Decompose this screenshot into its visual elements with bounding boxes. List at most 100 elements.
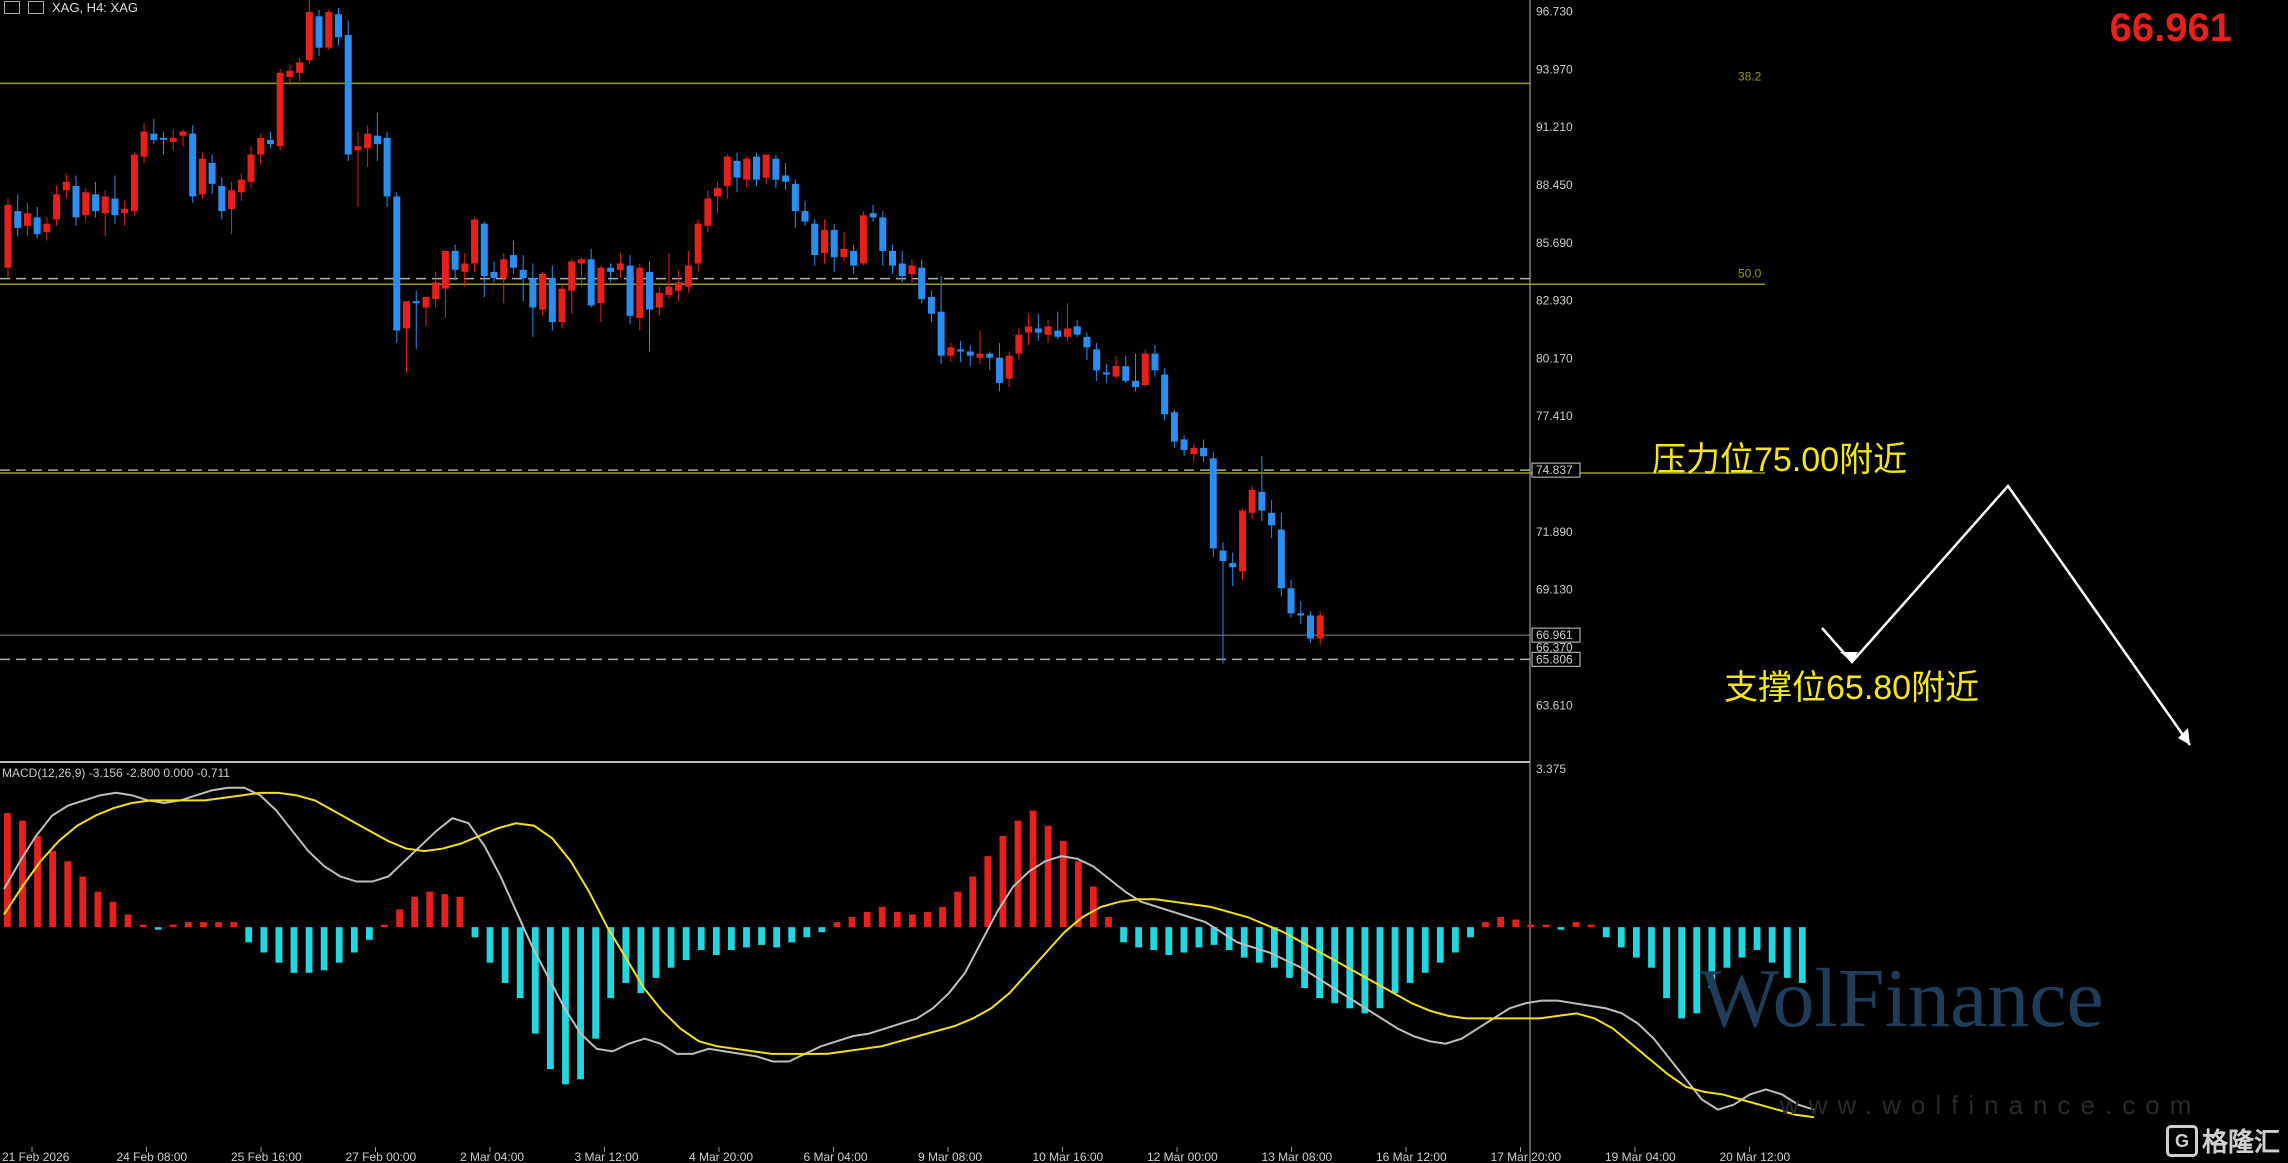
candle-body	[169, 137, 177, 142]
candle-body	[1297, 613, 1305, 616]
macd-histogram-bar	[818, 927, 826, 933]
macd-axis-top: 3.375	[1536, 762, 1566, 776]
candle-body	[296, 62, 304, 73]
candle-body	[850, 250, 858, 266]
candle-body	[237, 179, 245, 193]
candle-body	[471, 219, 479, 264]
candle-body	[752, 156, 760, 180]
price-tick-2: 91.210	[1536, 120, 1573, 134]
time-label-1: 24 Feb 08:00	[117, 1150, 188, 1163]
time-label-3: 27 Feb 00:00	[346, 1150, 417, 1163]
macd-histogram-bar	[1195, 927, 1203, 948]
time-label-12: 16 Mar 12:00	[1376, 1150, 1447, 1163]
macd-histogram-bar	[139, 924, 147, 928]
resistance-annotation: 压力位75.00附近	[1652, 441, 1908, 479]
candle-body	[62, 181, 70, 191]
candle-body	[179, 131, 187, 136]
candle-body	[646, 271, 654, 310]
candle-body	[1238, 510, 1246, 572]
candle-body	[1141, 353, 1149, 385]
candle-body	[101, 196, 109, 214]
macd-histogram-bar	[94, 891, 102, 928]
macd-histogram-bar	[1391, 927, 1399, 994]
candle-body	[655, 292, 663, 308]
price-tick-13: 65.806	[1536, 652, 1573, 666]
macd-histogram-bar	[893, 911, 901, 928]
candle-body	[422, 297, 430, 308]
price-tick-14: 63.610	[1536, 698, 1573, 712]
macd-histogram-bar	[773, 927, 781, 948]
macd-histogram-bar	[1044, 825, 1052, 928]
price-tick-7: 77.410	[1536, 409, 1573, 423]
candle-body	[480, 223, 488, 277]
macd-histogram-bar	[577, 927, 584, 1080]
candle-body	[1180, 439, 1188, 450]
macd-histogram-bar	[924, 911, 931, 928]
candle-body	[694, 223, 702, 264]
candle-body	[830, 229, 838, 258]
candle-body	[927, 297, 935, 314]
candle-body	[257, 137, 265, 155]
candle-body	[539, 273, 547, 310]
macd-histogram-bar	[260, 927, 268, 953]
candle-body	[1268, 512, 1276, 526]
macd-histogram-bar	[1240, 927, 1248, 958]
candle-body	[723, 156, 731, 186]
candle-body	[373, 135, 381, 145]
macd-histogram-bar	[1090, 886, 1097, 928]
time-label-10: 12 Mar 00:00	[1147, 1150, 1218, 1163]
candle-body	[228, 190, 236, 210]
macd-histogram-bar	[547, 927, 554, 1070]
candle-body	[247, 154, 255, 182]
macd-histogram-bar	[833, 922, 841, 928]
candle-body	[150, 133, 158, 140]
candle-body	[208, 162, 216, 184]
macd-histogram-bar	[863, 911, 871, 928]
price-tick-3: 88.450	[1536, 178, 1573, 192]
candle-body	[1306, 615, 1314, 639]
candle-body	[1034, 328, 1042, 333]
candle-body	[461, 263, 469, 272]
time-label-2: 25 Feb 16:00	[231, 1150, 302, 1163]
macd-histogram-bar	[697, 927, 705, 950]
macd-histogram-bar	[1436, 927, 1444, 963]
candle-body	[1287, 588, 1295, 614]
candle-body	[986, 353, 994, 358]
macd-histogram-bar	[320, 927, 328, 971]
macd-histogram-bar	[305, 927, 313, 973]
candle-body	[1161, 374, 1169, 415]
candle-body	[33, 217, 41, 235]
macd-histogram-bar	[1753, 927, 1761, 950]
candle-body	[1122, 366, 1130, 381]
candle-body	[840, 248, 848, 258]
candle-body	[364, 133, 372, 149]
candle-body	[529, 278, 537, 308]
macd-histogram-bar	[275, 927, 283, 963]
macd-histogram-bar	[79, 876, 87, 928]
candle-body	[616, 263, 624, 270]
candle-body	[801, 211, 809, 222]
time-label-9: 10 Mar 16:00	[1033, 1150, 1104, 1163]
candle-body	[1054, 330, 1062, 337]
candle-body	[1209, 458, 1217, 549]
macd-histogram-bar	[1497, 917, 1505, 928]
price-tick-5: 82.930	[1536, 294, 1573, 308]
candle-body	[548, 278, 556, 323]
fib-50-label: 50.0	[1738, 266, 1762, 280]
candle-body	[334, 14, 342, 38]
macd-histogram-bar	[1452, 927, 1459, 953]
candle-body	[947, 347, 955, 356]
macd-histogram-bar	[381, 924, 388, 928]
candle-body	[1200, 447, 1208, 457]
macd-histogram-bar	[1482, 922, 1489, 928]
candle-body	[82, 192, 90, 216]
macd-label: MACD(12,26,9) -3.156 -2.800 0.000 -0.711	[2, 766, 230, 780]
candle-body	[782, 175, 790, 182]
macd-histogram-bar	[1678, 927, 1686, 1019]
macd-histogram-bar	[788, 927, 796, 943]
candle-body	[665, 286, 673, 295]
candle-body	[597, 267, 605, 304]
macd-histogram-bar	[426, 891, 434, 928]
candle-body	[966, 351, 974, 356]
macd-histogram-bar	[1633, 927, 1640, 958]
